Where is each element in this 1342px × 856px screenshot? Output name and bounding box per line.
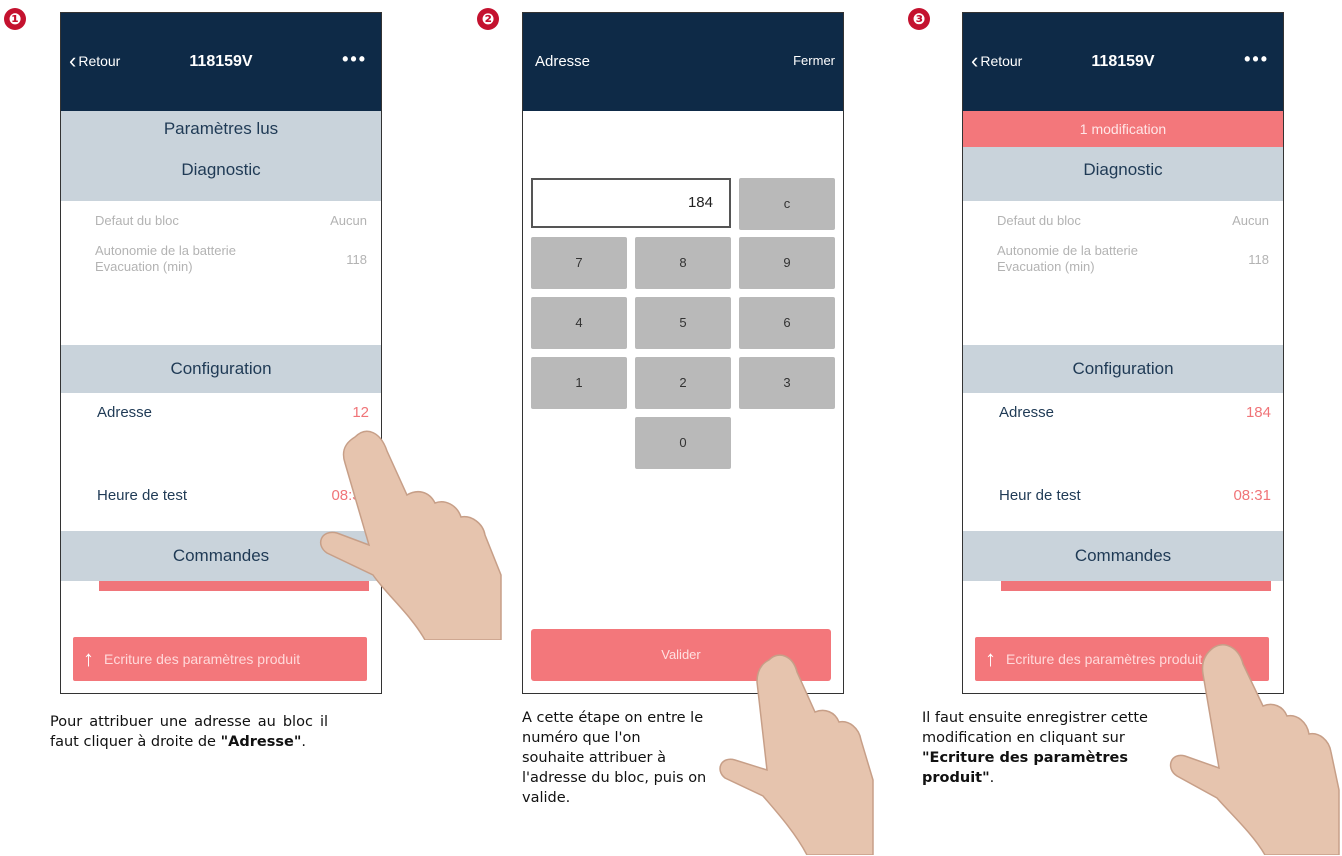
diag-value: Aucun xyxy=(330,213,367,228)
key-9[interactable]: 9 xyxy=(739,237,835,289)
diag-value: 118 xyxy=(1248,251,1269,267)
diag-row-defaut: Defaut du bloc Aucun xyxy=(963,213,1283,239)
key-5[interactable]: 5 xyxy=(635,297,731,349)
caption-end: . xyxy=(989,770,995,786)
more-icon[interactable]: ••• xyxy=(342,49,367,70)
diag-label: Defaut du bloc xyxy=(997,213,1081,228)
nav-bar: ‹ Retour 118159V ••• xyxy=(61,13,381,111)
key-clear[interactable]: c xyxy=(739,178,835,230)
upload-arrow-icon: ↑ xyxy=(83,646,94,671)
status-banner: Paramètres lus xyxy=(61,111,381,147)
write-button-label: Ecriture des paramètres produit xyxy=(104,651,301,667)
caption-end: . xyxy=(301,734,306,750)
write-parameters-button[interactable]: ↑ Ecriture des paramètres produit xyxy=(73,637,367,681)
hand-pointer-icon xyxy=(719,654,874,855)
step-number-1: ❶ xyxy=(4,8,26,30)
test-time-value[interactable]: 08:31 xyxy=(1233,481,1271,511)
modification-banner: 1 modification xyxy=(963,111,1283,147)
key-1[interactable]: 1 xyxy=(531,357,627,409)
close-button[interactable]: Fermer xyxy=(793,53,835,68)
diag-row-autonomie: Autonomie de la batterie Evacuation (min… xyxy=(61,239,381,279)
more-icon[interactable]: ••• xyxy=(1244,49,1269,70)
key-2[interactable]: 2 xyxy=(635,357,731,409)
section-configuration: Configuration xyxy=(963,345,1283,393)
address-row[interactable]: Adresse 184 xyxy=(963,393,1283,433)
diag-row-defaut: Defaut du bloc Aucun xyxy=(61,213,381,239)
hand-pointer-icon xyxy=(319,430,502,640)
diag-label: Autonomie de la batterie Evacuation (min… xyxy=(997,243,1138,274)
key-8[interactable]: 8 xyxy=(635,237,731,289)
nav-bar: Adresse Fermer xyxy=(523,13,843,111)
address-label: Adresse xyxy=(97,404,153,421)
key-7[interactable]: 7 xyxy=(531,237,627,289)
key-4[interactable]: 4 xyxy=(531,297,627,349)
key-0[interactable]: 0 xyxy=(635,417,731,469)
section-diagnostic: Diagnostic xyxy=(61,147,381,201)
diag-value: 118 xyxy=(346,251,367,267)
caption-step-1: Pour attribuer une adresse au bloc il fa… xyxy=(50,712,328,752)
device-title: 118159V xyxy=(1091,53,1155,70)
device-title: 118159V xyxy=(189,53,253,70)
diag-label: Autonomie de la batterie Evacuation (min… xyxy=(95,243,236,274)
test-time-label: Heur de test xyxy=(999,487,1081,504)
caption-text: A cette étape on entre le numéro que l'o… xyxy=(522,710,707,806)
caption-step-3: Il faut ensuite enregistrer cette modifi… xyxy=(922,708,1192,788)
section-configuration: Configuration xyxy=(61,345,381,393)
key-6[interactable]: 6 xyxy=(739,297,835,349)
step-number-3: ❸ xyxy=(908,8,930,30)
nav-bar: ‹ Retour 118159V ••• xyxy=(963,13,1283,111)
address-input[interactable]: 184 xyxy=(531,178,731,228)
phone-screen-3: ‹ Retour 118159V ••• 1 modification Diag… xyxy=(962,12,1284,694)
upload-arrow-icon: ↑ xyxy=(985,646,996,671)
address-label: Adresse xyxy=(999,404,1055,421)
caption-text: Il faut ensuite enregistrer cette modifi… xyxy=(922,710,1148,746)
diag-value: Aucun xyxy=(1232,213,1269,228)
caption-bold: "Ecriture des paramètres produit" xyxy=(922,750,1128,786)
test-time-label: Heure de test xyxy=(97,487,188,504)
step-number-2: ❷ xyxy=(477,8,499,30)
address-value[interactable]: 184 xyxy=(1246,393,1271,433)
diag-row-autonomie: Autonomie de la batterie Evacuation (min… xyxy=(963,239,1283,279)
caption-step-2: A cette étape on entre le numéro que l'o… xyxy=(522,708,707,808)
keypad-title: Adresse xyxy=(535,53,591,70)
section-commandes: Commandes xyxy=(963,531,1283,581)
phone-screen-2: Adresse Fermer 184 c 7 8 9 4 5 6 1 2 3 0… xyxy=(522,12,844,694)
key-3[interactable]: 3 xyxy=(739,357,835,409)
section-diagnostic: Diagnostic xyxy=(963,147,1283,201)
command-strip xyxy=(1001,581,1271,591)
diag-label: Defaut du bloc xyxy=(95,213,179,228)
caption-bold: "Adresse" xyxy=(220,734,302,750)
test-time-row[interactable]: Heur de test 08:31 xyxy=(963,481,1283,511)
